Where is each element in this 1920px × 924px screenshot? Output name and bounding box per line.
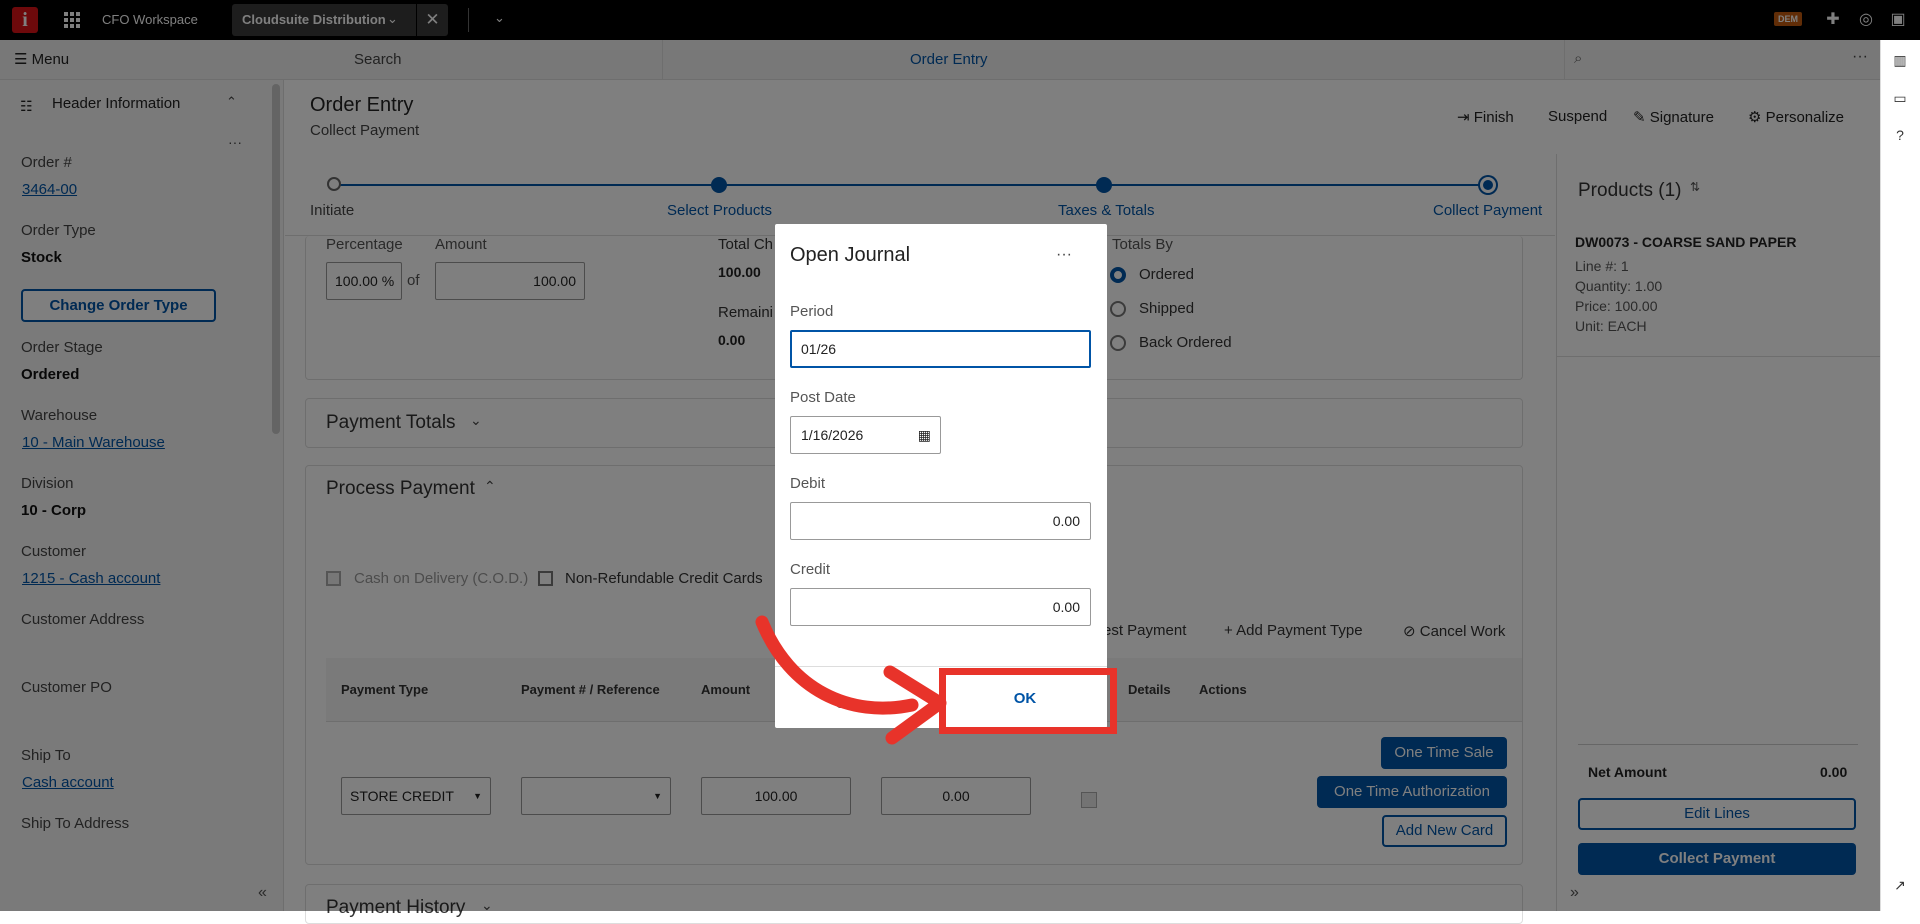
debit-input[interactable]: 0.00 [790, 502, 1091, 540]
period-label: Period [790, 303, 834, 320]
post-date-value: 1/16/2026 [801, 427, 864, 443]
credit-label: Credit [790, 561, 831, 578]
annotation-arrow [755, 615, 947, 745]
right-rail [1880, 40, 1920, 911]
external-link-icon[interactable]: ↗ [1890, 877, 1910, 897]
inbox-icon[interactable]: ▭ [1890, 90, 1910, 110]
calendar-icon[interactable]: ▦ [918, 417, 931, 453]
annotation-highlight-box [939, 668, 1117, 734]
dialog-title: Open Journal [790, 244, 911, 266]
post-date-label: Post Date [790, 389, 856, 406]
post-date-input[interactable]: 1/16/2026 ▦ [790, 416, 941, 454]
layout-icon[interactable]: ▥ [1890, 52, 1910, 72]
debit-label: Debit [790, 475, 826, 492]
help-icon[interactable]: ? [1890, 127, 1910, 147]
period-input[interactable]: 01/26 [790, 330, 1091, 368]
more-icon[interactable]: ··· [1056, 246, 1072, 264]
modal-overlay-corner [1880, 0, 1920, 40]
